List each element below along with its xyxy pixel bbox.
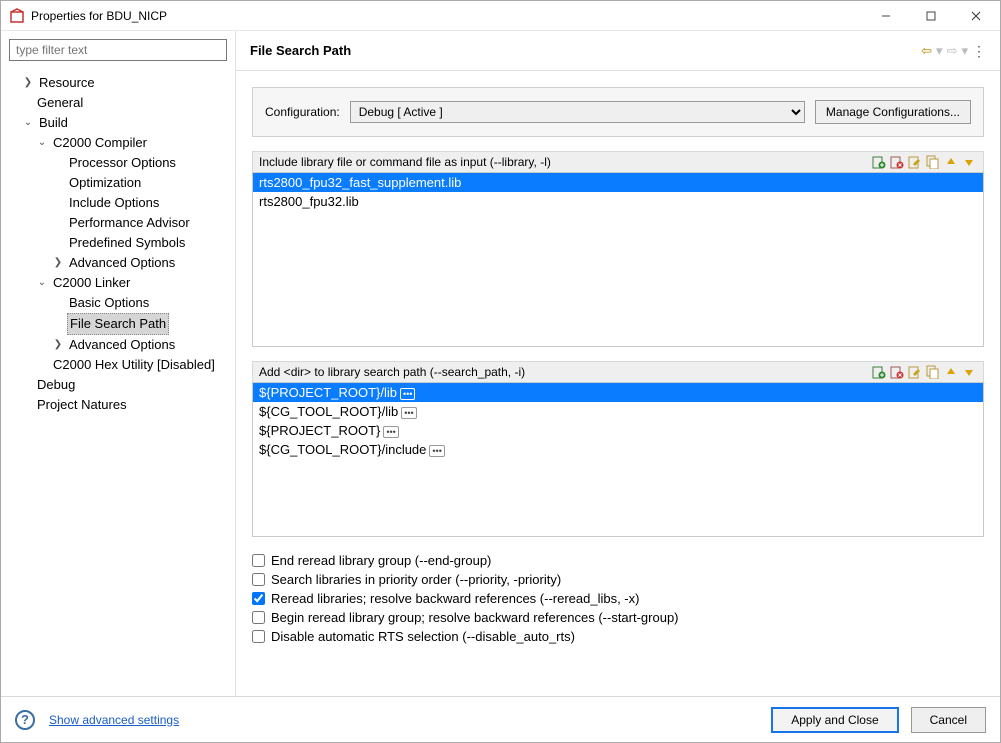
list-item[interactable]: rts2800_fpu32_fast_supplement.lib <box>253 173 983 192</box>
move-down-icon[interactable] <box>961 364 977 380</box>
add-icon[interactable] <box>871 364 887 380</box>
tree-processor-options[interactable]: Processor Options <box>9 153 227 173</box>
view-menu-icon[interactable]: ⋮ <box>972 45 986 57</box>
checkbox-input[interactable] <box>252 573 265 586</box>
app-icon <box>9 8 25 24</box>
library-files-listbox[interactable]: rts2800_fpu32_fast_supplement.librts2800… <box>252 172 984 347</box>
add-icon[interactable] <box>871 154 887 170</box>
check-start-group[interactable]: Begin reread library group; resolve back… <box>252 610 984 625</box>
library-files-header: Include library file or command file as … <box>252 151 984 172</box>
titlebar: Properties for BDU_NICP <box>1 1 1000 31</box>
chevron-down-icon[interactable]: ⌄ <box>21 116 35 130</box>
chevron-right-icon[interactable]: ❯ <box>51 338 65 352</box>
nav-back-icon[interactable]: ⇦ <box>921 43 932 59</box>
tree-debug[interactable]: Debug <box>9 375 227 395</box>
close-button[interactable] <box>953 2 998 30</box>
configuration-panel: Configuration: Debug [ Active ] Manage C… <box>252 87 984 137</box>
sidebar: ❯Resource General ⌄Build ⌄C2000 Compiler… <box>1 31 236 696</box>
tree-advanced-options-compiler[interactable]: ❯Advanced Options <box>9 253 227 273</box>
help-icon[interactable]: ? <box>15 710 35 730</box>
search-path-header: Add <dir> to library search path (--sear… <box>252 361 984 382</box>
tree-optimization[interactable]: Optimization <box>9 173 227 193</box>
tree-advanced-options-linker[interactable]: ❯Advanced Options <box>9 335 227 355</box>
list-item[interactable]: rts2800_fpu32.lib <box>253 192 983 211</box>
apply-and-close-button[interactable]: Apply and Close <box>771 707 898 733</box>
checkbox-input[interactable] <box>252 630 265 643</box>
show-advanced-settings-link[interactable]: Show advanced settings <box>49 713 179 727</box>
filter-input[interactable] <box>9 39 227 61</box>
check-reread[interactable]: Reread libraries; resolve backward refer… <box>252 591 984 606</box>
window-title: Properties for BDU_NICP <box>31 9 863 23</box>
window-controls <box>863 2 998 30</box>
variable-badge-icon: ••• <box>429 445 444 457</box>
category-tree[interactable]: ❯Resource General ⌄Build ⌄C2000 Compiler… <box>9 73 227 415</box>
list-item[interactable]: ${PROJECT_ROOT}/lib••• <box>253 383 983 402</box>
tree-c2000-linker[interactable]: ⌄C2000 Linker <box>9 273 227 293</box>
tree-c2000-compiler[interactable]: ⌄C2000 Compiler <box>9 133 227 153</box>
library-files-title: Include library file or command file as … <box>259 155 871 169</box>
tree-basic-options[interactable]: Basic Options <box>9 293 227 313</box>
chevron-down-icon[interactable]: ⌄ <box>35 136 49 150</box>
dialog-footer: ? Show advanced settings Apply and Close… <box>1 696 1000 742</box>
list-item[interactable]: ${CG_TOOL_ROOT}/lib••• <box>253 402 983 421</box>
chevron-down-icon[interactable]: ⌄ <box>35 276 49 290</box>
nav-forward-dropdown-icon: ▾ <box>961 43 968 59</box>
tree-general[interactable]: General <box>9 93 227 113</box>
variable-badge-icon: ••• <box>383 426 398 438</box>
checkbox-group: End reread library group (--end-group) S… <box>252 551 984 644</box>
chevron-right-icon[interactable]: ❯ <box>21 76 35 90</box>
configuration-label: Configuration: <box>265 105 340 119</box>
chevron-right-icon[interactable]: ❯ <box>51 256 65 270</box>
cancel-button[interactable]: Cancel <box>911 707 986 733</box>
tree-file-search-path[interactable]: File Search Path <box>9 313 227 335</box>
nav-back-dropdown-icon[interactable]: ▾ <box>936 43 943 59</box>
search-path-title: Add <dir> to library search path (--sear… <box>259 365 871 379</box>
move-up-icon[interactable] <box>943 364 959 380</box>
checkbox-input[interactable] <box>252 592 265 605</box>
tree-include-options[interactable]: Include Options <box>9 193 227 213</box>
content-header: File Search Path ⇦ ▾ ⇨ ▾ ⋮ <box>236 31 1000 71</box>
page-title: File Search Path <box>250 43 921 58</box>
tree-build[interactable]: ⌄Build <box>9 113 227 133</box>
variable-badge-icon: ••• <box>400 388 415 400</box>
tree-hex-utility[interactable]: C2000 Hex Utility [Disabled] <box>9 355 227 375</box>
tree-project-natures[interactable]: Project Natures <box>9 395 227 415</box>
variable-badge-icon: ••• <box>401 407 416 419</box>
list-item[interactable]: ${CG_TOOL_ROOT}/include••• <box>253 440 983 459</box>
copy-icon[interactable] <box>925 154 941 170</box>
tree-performance-advisor[interactable]: Performance Advisor <box>9 213 227 233</box>
manage-configurations-button[interactable]: Manage Configurations... <box>815 100 971 124</box>
check-priority[interactable]: Search libraries in priority order (--pr… <box>252 572 984 587</box>
checkbox-input[interactable] <box>252 554 265 567</box>
tree-resource[interactable]: ❯Resource <box>9 73 227 93</box>
list-item[interactable]: ${PROJECT_ROOT}••• <box>253 421 983 440</box>
library-files-section: Include library file or command file as … <box>252 151 984 347</box>
configuration-select[interactable]: Debug [ Active ] <box>350 101 805 123</box>
tree-predefined-symbols[interactable]: Predefined Symbols <box>9 233 227 253</box>
check-end-group[interactable]: End reread library group (--end-group) <box>252 553 984 568</box>
checkbox-input[interactable] <box>252 611 265 624</box>
nav-forward-icon: ⇨ <box>947 43 958 59</box>
maximize-button[interactable] <box>908 2 953 30</box>
copy-icon[interactable] <box>925 364 941 380</box>
edit-icon[interactable] <box>907 154 923 170</box>
delete-icon[interactable] <box>889 364 905 380</box>
move-up-icon[interactable] <box>943 154 959 170</box>
edit-icon[interactable] <box>907 364 923 380</box>
check-disable-auto-rts[interactable]: Disable automatic RTS selection (--disab… <box>252 629 984 644</box>
move-down-icon[interactable] <box>961 154 977 170</box>
search-path-listbox[interactable]: ${PROJECT_ROOT}/lib•••${CG_TOOL_ROOT}/li… <box>252 382 984 537</box>
minimize-button[interactable] <box>863 2 908 30</box>
search-path-section: Add <dir> to library search path (--sear… <box>252 361 984 537</box>
delete-icon[interactable] <box>889 154 905 170</box>
